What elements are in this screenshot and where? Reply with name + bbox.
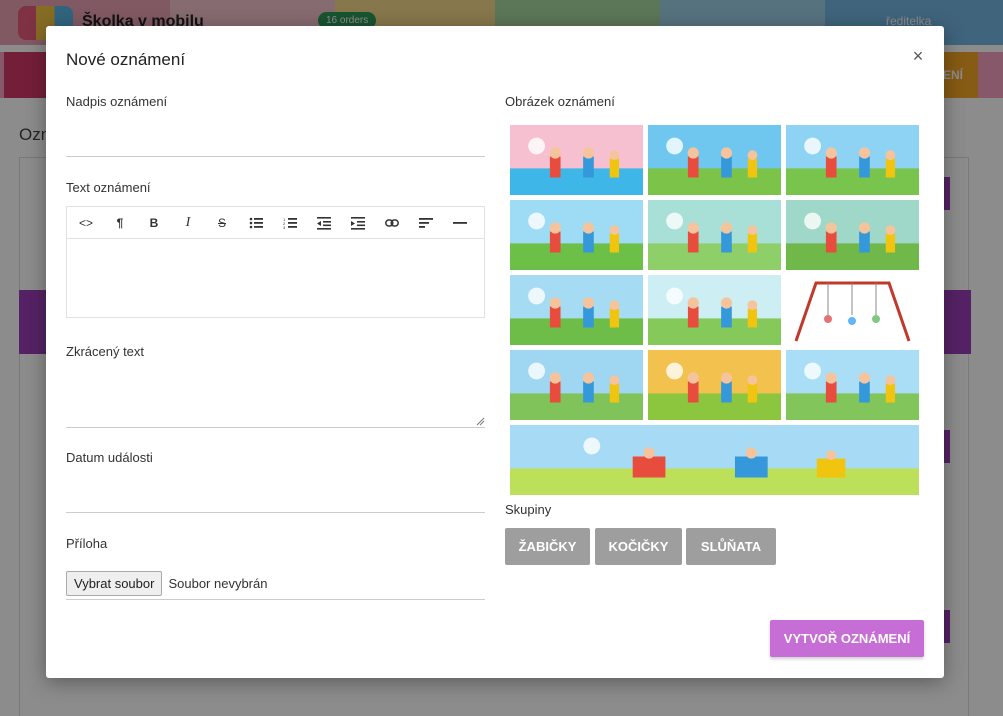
boy-bench-image[interactable] <box>786 350 919 420</box>
link-icon[interactable] <box>375 207 409 239</box>
create-announcement-button[interactable]: VYTVOŘ OZNÁMENÍ <box>770 620 924 657</box>
unicorn-rider-image[interactable] <box>648 200 781 270</box>
kids-forest-image[interactable] <box>510 200 643 270</box>
school-bus-image[interactable] <box>510 350 643 420</box>
bullet-list-icon[interactable] <box>239 207 273 239</box>
attachment-field: Vybrat soubor Soubor nevybrán <box>66 571 485 600</box>
image-label: Obrázek oznámení <box>505 94 615 109</box>
event-date-label: Datum události <box>66 450 153 465</box>
headline-input[interactable] <box>66 129 485 157</box>
headline-label: Nadpis oznámení <box>66 94 168 109</box>
rainbow-kids-image[interactable] <box>510 125 643 195</box>
event-date-input[interactable] <box>66 485 485 513</box>
group-button-zabicky[interactable]: ŽABIČKY <box>505 528 590 565</box>
editor-content-area[interactable] <box>67 239 484 317</box>
bold-icon[interactable]: B <box>137 207 171 239</box>
svg-text:3: 3 <box>283 225 286 230</box>
code-icon[interactable]: <> <box>69 207 103 239</box>
short-text-textarea[interactable] <box>66 364 485 428</box>
seesaw-image[interactable] <box>510 275 643 345</box>
dialog-title: Nové oznámení <box>66 50 186 69</box>
italic-icon[interactable]: I <box>171 207 205 239</box>
party-flags-image[interactable] <box>648 275 781 345</box>
resize-grip-icon[interactable] <box>475 416 485 426</box>
numbered-list-icon[interactable]: 123 <box>273 207 307 239</box>
group-button-kocicky[interactable]: KOČIČKY <box>595 528 682 565</box>
new-announcement-dialog: Nové oznámení × Nadpis oznámení Text ozn… <box>46 26 944 678</box>
close-icon[interactable]: × <box>908 46 928 66</box>
yellow-bus-image[interactable] <box>648 350 781 420</box>
text-label: Text oznámení <box>66 180 151 195</box>
indent-icon[interactable] <box>341 207 375 239</box>
groups-label: Skupiny <box>505 502 552 517</box>
playground-banner-image[interactable] <box>510 425 919 495</box>
attachment-label: Příloha <box>66 536 108 551</box>
choose-file-button[interactable]: Vybrat soubor <box>66 571 163 596</box>
swing-set-image[interactable] <box>786 275 919 345</box>
rich-text-editor: <> ¶ B I S 123 <box>66 206 485 318</box>
strikethrough-icon[interactable]: S <box>205 207 239 239</box>
paragraph-icon[interactable]: ¶ <box>103 207 137 239</box>
horizontal-rule-icon[interactable] <box>443 207 477 239</box>
editor-toolbar: <> ¶ B I S 123 <box>67 207 484 239</box>
short-text-label: Zkrácený text <box>66 344 145 359</box>
kids-kite-image[interactable] <box>786 125 919 195</box>
kids-lying-grass-image[interactable] <box>648 125 781 195</box>
outdent-icon[interactable] <box>307 207 341 239</box>
sandbox-image[interactable] <box>786 200 919 270</box>
group-button-slunata[interactable]: SLŮŇATA <box>686 528 776 565</box>
align-left-icon[interactable] <box>409 207 443 239</box>
file-status-text: Soubor nevybrán <box>168 576 268 591</box>
